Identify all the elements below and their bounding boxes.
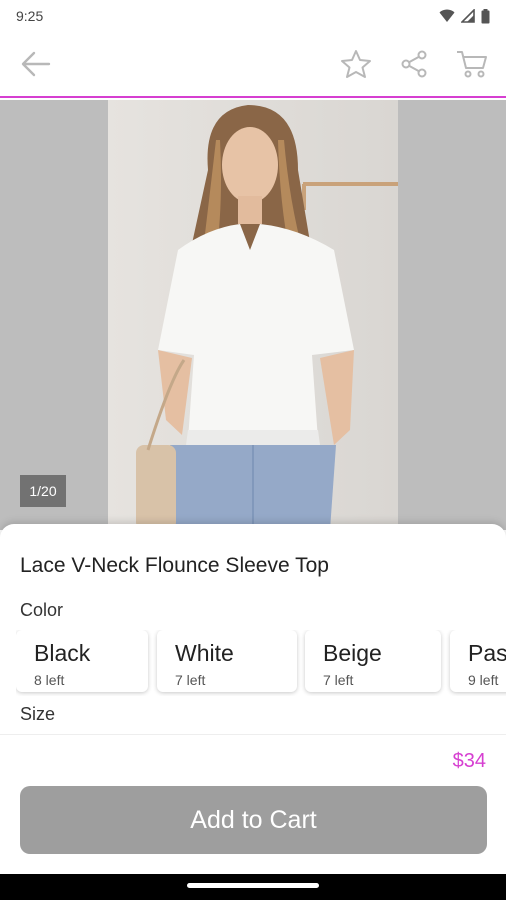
divider — [0, 734, 506, 735]
back-arrow-icon — [21, 51, 51, 77]
color-option-pastel[interactable]: Pas 9 left — [450, 630, 506, 692]
status-time: 9:25 — [16, 8, 44, 24]
share-icon — [401, 50, 427, 78]
app-bar — [0, 32, 506, 98]
cart-icon — [457, 51, 487, 78]
product-photo — [108, 100, 398, 530]
size-label: Size — [20, 704, 56, 724]
wifi-icon — [439, 9, 455, 22]
color-option-name: Pas — [468, 640, 506, 666]
color-label: Color — [20, 600, 64, 620]
share-button[interactable] — [396, 46, 432, 82]
app-bar-actions — [338, 46, 490, 82]
color-option-black[interactable]: Black 8 left — [16, 630, 148, 692]
cart-button[interactable] — [454, 46, 490, 82]
color-option-stock: 8 left — [34, 672, 65, 688]
status-bar: 9:25 — [0, 0, 506, 32]
color-option-beige[interactable]: Beige 7 left — [305, 630, 441, 692]
product-image-gallery[interactable] — [0, 100, 506, 530]
color-option-stock: 7 left — [323, 672, 354, 688]
status-icons — [439, 8, 490, 24]
product-title: Lace V-Neck Flounce Sleeve Top — [20, 554, 329, 577]
color-option-name: White — [175, 640, 234, 666]
color-option-name: Beige — [323, 640, 382, 666]
color-options[interactable]: Black 8 left White 7 left Beige 7 left P… — [16, 630, 506, 696]
color-option-name: Black — [34, 640, 91, 666]
product-price: $34 — [452, 750, 486, 772]
color-option-white[interactable]: White 7 left — [157, 630, 297, 692]
color-option-stock: 7 left — [175, 672, 206, 688]
add-to-cart-button[interactable]: Add to Cart — [20, 786, 487, 854]
favorite-button[interactable] — [338, 46, 374, 82]
back-button[interactable] — [18, 46, 54, 82]
signal-icon — [461, 9, 475, 23]
system-nav-bar — [0, 874, 506, 900]
home-indicator[interactable] — [187, 883, 319, 888]
star-icon — [341, 50, 371, 78]
image-counter: 1/20 — [20, 475, 66, 507]
product-detail-sheet: Lace V-Neck Flounce Sleeve Top Color Bla… — [0, 524, 506, 876]
color-option-stock: 9 left — [468, 672, 499, 688]
battery-icon — [481, 8, 490, 23]
